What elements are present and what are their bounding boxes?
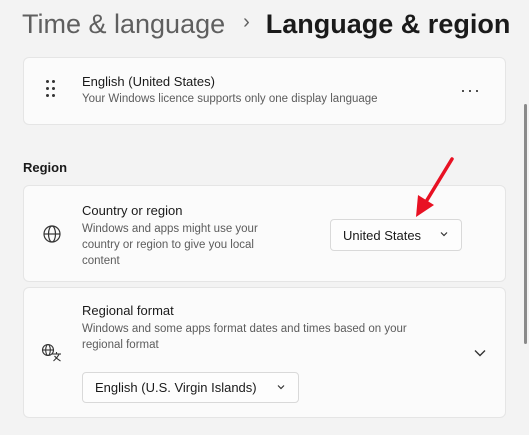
country-region-description-line-3: content [82,255,120,267]
regional-format-selected-value: English (U.S. Virgin Islands) [95,380,257,395]
country-region-title: Country or region [82,203,183,218]
language-name: English (United States) [82,74,215,89]
breadcrumb-separator: › [243,10,250,33]
language-format-icon [41,343,61,362]
drag-handle-icon[interactable] [46,80,58,100]
expand-chevron-icon[interactable] [473,346,487,360]
country-region-description-line-1: Windows and apps might use your [82,223,258,235]
breadcrumb-parent-link[interactable]: Time & language [22,9,225,40]
regional-format-description-line-1: Windows and some apps format dates and t… [82,323,407,335]
language-license-note: Your Windows licence supports only one d… [82,93,378,105]
regional-format-dropdown[interactable]: English (U.S. Virgin Islands) [82,372,299,403]
country-region-description-line-2: country or region to give you local [82,239,254,251]
annotation-arrow-shaft [422,157,454,207]
breadcrumb: Time & language › Language & region [22,4,510,44]
page-title: Language & region [265,8,511,39]
annotation-arrow-icon [416,157,454,217]
regional-format-description-line-2: regional format [82,339,159,351]
globe-icon [43,225,61,243]
scrollbar[interactable] [524,104,527,344]
regional-format-card[interactable]: Regional format Windows and some apps fo… [23,287,506,418]
region-section-heading: Region [23,160,68,175]
chevron-down-icon [277,385,285,390]
annotation-arrow-head [416,195,434,217]
more-options-button[interactable]: ··· [460,80,481,101]
country-region-dropdown[interactable]: United States [330,219,462,251]
country-region-selected-value: United States [343,227,422,243]
display-language-card[interactable]: English (United States) Your Windows lic… [23,57,506,125]
regional-format-title: Regional format [82,303,174,318]
chevron-down-icon [440,232,448,237]
